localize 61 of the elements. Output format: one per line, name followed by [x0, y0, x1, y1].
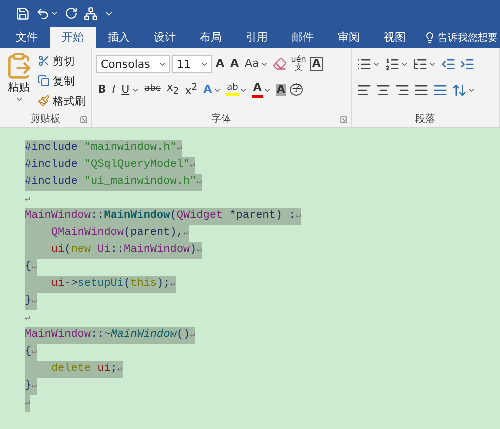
italic-button[interactable]: I: [111, 84, 117, 96]
undo-icon[interactable]: [36, 6, 50, 20]
character-shading-button[interactable]: A: [276, 84, 286, 96]
underline-button[interactable]: U: [120, 84, 131, 96]
paste-button[interactable]: 粘贴: [8, 80, 30, 95]
numbered-list-icon[interactable]: [385, 56, 400, 72]
align-right-icon[interactable]: [395, 82, 410, 98]
align-left-icon[interactable]: [357, 82, 372, 98]
clipboard-command[interactable]: 剪切: [53, 54, 75, 68]
save-icon[interactable]: [16, 6, 30, 20]
shrink-font-button[interactable]: A: [230, 58, 240, 70]
redo-icon[interactable]: [65, 7, 78, 20]
bullet-list-icon[interactable]: [357, 56, 372, 72]
strikethrough-button[interactable]: abc: [144, 85, 162, 95]
ribbon-tab[interactable]: 设计: [142, 27, 188, 48]
phonetic-guide-button[interactable]: uén 文: [291, 56, 306, 72]
character-border-button[interactable]: A: [310, 56, 323, 72]
launcher-icon[interactable]: [340, 116, 348, 124]
justify-icon[interactable]: [414, 82, 429, 98]
paintbrush-icon: [38, 95, 50, 107]
distribute-icon[interactable]: [433, 82, 448, 98]
caret-icon[interactable]: [14, 95, 24, 104]
ribbon-tab[interactable]: 开始: [50, 27, 96, 48]
ribbon-tab[interactable]: 插入: [96, 27, 142, 48]
scissors-icon: [38, 55, 50, 67]
multilevel-list-icon[interactable]: [413, 56, 428, 72]
superscript-button[interactable]: x$^{2}$: [184, 82, 199, 98]
copy-icon: [38, 75, 50, 87]
ribbon-tab[interactable]: 引用: [234, 27, 280, 48]
clipboard-command[interactable]: 复制: [53, 74, 75, 88]
ribbon-tab[interactable]: 布局: [188, 27, 234, 48]
enclose-character-button[interactable]: 字: [290, 84, 304, 96]
code-line: ↵: [25, 312, 30, 325]
network-icon[interactable]: [84, 6, 98, 20]
lightbulb-icon: [424, 32, 436, 44]
highlight-button[interactable]: ab: [226, 84, 240, 96]
line-spacing-icon[interactable]: [452, 82, 467, 98]
ribbon-tab[interactable]: 视图: [372, 27, 418, 48]
group-label: 字体: [210, 112, 232, 127]
align-center-icon[interactable]: [376, 82, 391, 98]
group-label: 段落: [414, 112, 436, 127]
launcher-icon[interactable]: [80, 116, 88, 124]
ribbon-tab[interactable]: 文件: [4, 27, 50, 48]
grow-font-button[interactable]: A: [215, 58, 226, 70]
subscript-button[interactable]: x$_{2}$: [166, 82, 180, 98]
code-line: ↵: [25, 193, 30, 206]
group-label: 剪贴板: [30, 112, 62, 127]
bold-button[interactable]: B: [97, 84, 108, 96]
eraser-icon[interactable]: [273, 57, 288, 71]
ribbon-tab[interactable]: 邮件: [280, 27, 326, 48]
caret-icon[interactable]: [50, 9, 59, 18]
font-size-field[interactable]: 11: [172, 55, 212, 73]
clipboard-command[interactable]: 格式刷: [53, 94, 86, 108]
decrease-indent-icon[interactable]: [441, 56, 456, 72]
font-color-button[interactable]: A: [252, 82, 263, 98]
change-case-button[interactable]: Aa: [244, 58, 260, 70]
ribbon-tab[interactable]: 审阅: [326, 27, 372, 48]
text-effect-button[interactable]: A: [202, 84, 214, 96]
tell-me-field[interactable]: 告诉我您想要: [438, 30, 498, 44]
font-name-field[interactable]: Consolas: [96, 55, 170, 73]
increase-indent-icon[interactable]: [460, 56, 475, 72]
